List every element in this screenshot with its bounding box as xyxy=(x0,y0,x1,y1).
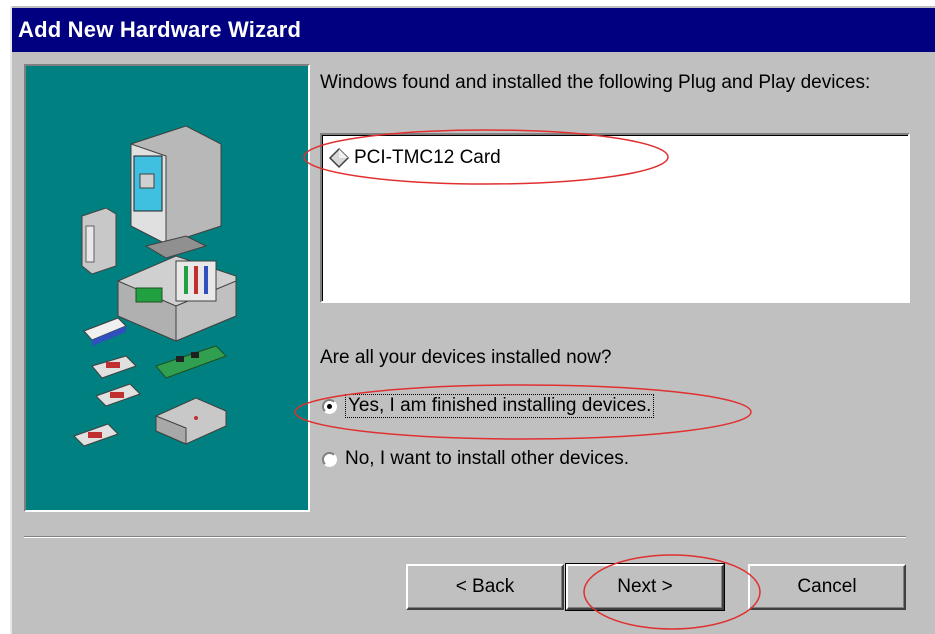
pc-card-icon xyxy=(73,423,119,447)
radio-yes-label[interactable]: Yes, I am finished installing devices. xyxy=(345,394,655,418)
hardware-illustration xyxy=(24,64,310,512)
modem-icon xyxy=(155,397,227,445)
window-title: Add New Hardware Wizard xyxy=(18,17,302,42)
device-list[interactable]: PCI-TMC12 Card xyxy=(320,133,910,303)
radio-button[interactable] xyxy=(322,398,337,414)
pc-card-icon xyxy=(95,383,141,407)
device-name: PCI-TMC12 Card xyxy=(354,147,501,168)
radio-no-label[interactable]: No, I want to install other devices. xyxy=(345,448,629,470)
cancel-button-label: Cancel xyxy=(797,576,857,597)
radio-selected-dot xyxy=(327,403,332,409)
cancel-button[interactable]: Cancel xyxy=(748,564,906,610)
next-button[interactable]: Next > xyxy=(565,563,725,611)
speaker-icon xyxy=(81,207,117,275)
found-devices-text: Windows found and installed the followin… xyxy=(320,72,871,93)
back-button[interactable]: < Back xyxy=(406,564,564,610)
question-text: Are all your devices installed now? xyxy=(320,347,612,368)
monitor-icon xyxy=(130,125,222,259)
list-item[interactable]: PCI-TMC12 Card xyxy=(328,145,501,171)
radio-button[interactable] xyxy=(322,451,337,467)
computer-case-icon xyxy=(117,255,237,342)
radio-no-install-other[interactable]: No, I want to install other devices. xyxy=(322,448,629,470)
back-button-label: < Back xyxy=(455,576,515,597)
pc-card-icon xyxy=(91,355,137,379)
title-bar[interactable]: Add New Hardware Wizard xyxy=(12,8,935,52)
expansion-card-icon xyxy=(155,345,227,379)
radio-yes-finished[interactable]: Yes, I am finished installing devices. xyxy=(322,394,655,418)
device-diamond-icon xyxy=(328,147,350,169)
floppy-disk-icon xyxy=(83,317,127,346)
next-button-label: Next > xyxy=(617,576,673,597)
separator xyxy=(24,536,906,538)
